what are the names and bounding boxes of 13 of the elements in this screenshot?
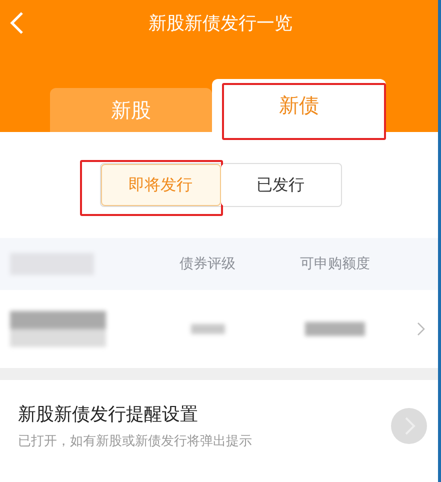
chevron-button[interactable] — [391, 408, 427, 444]
tab[interactable]: 新股 — [50, 88, 212, 132]
setting-title: 新股新债发行提醒设置 — [18, 403, 199, 426]
column-header: 债券评级 — [180, 255, 236, 273]
segment-button[interactable]: 即将发行 — [100, 164, 220, 206]
redacted-block — [190, 324, 224, 334]
setting-description: 已打开，如有新股或新债发行将弹出提示 — [18, 433, 252, 450]
redacted-block — [305, 322, 365, 336]
tab[interactable]: 新债 — [212, 79, 386, 132]
column-header: 可申购额度 — [300, 255, 370, 273]
page-title: 新股新债发行一览 — [148, 12, 292, 35]
back-icon[interactable] — [10, 11, 24, 35]
chevron-icon — [417, 322, 425, 336]
